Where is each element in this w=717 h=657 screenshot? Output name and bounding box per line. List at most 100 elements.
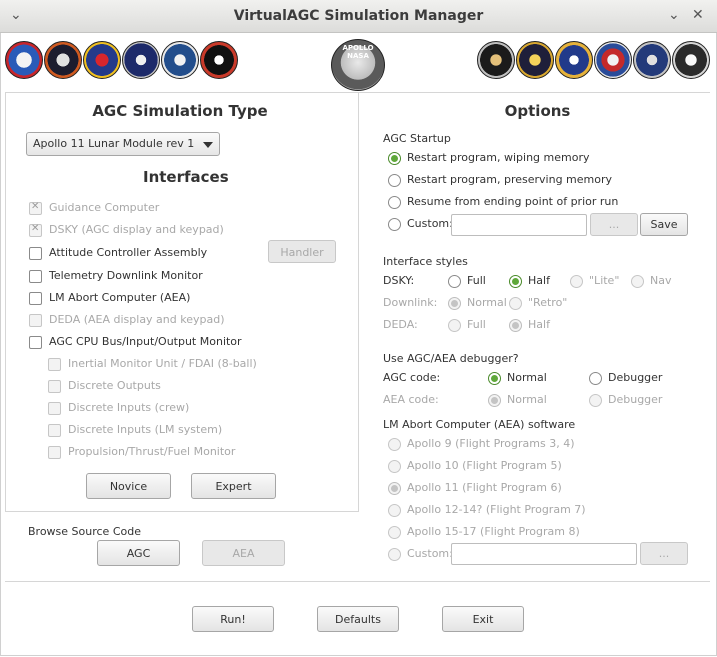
run-button[interactable]: Run! [192,606,274,632]
mission-patch-banner: APOLLO NASA [0,37,717,91]
deda-style-radio [448,319,461,332]
agc-code-option-label: Debugger [608,371,663,384]
apollo-soyuz-patch-icon [672,41,710,79]
interface-checkbox [48,380,61,393]
dsky-style-radio [570,275,583,288]
startup-radio[interactable] [388,174,401,187]
apollo-9-patch-icon [83,41,121,79]
downlink-style-radio [509,297,522,310]
custom-startup-input[interactable] [451,214,587,236]
aea-software-option-label: Apollo 10 (Flight Program 5) [407,459,562,472]
novice-button[interactable]: Novice [86,473,171,499]
startup-option-label: Restart program, preserving memory [407,173,613,186]
interface-label: Propulsion/Thrust/Fuel Monitor [68,445,236,458]
interface-label: Discrete Outputs [68,379,161,392]
left-panel-bottom-border [5,511,358,512]
dsky-style-option-label: "Lite" [589,274,620,287]
downlink-style-radio [448,297,461,310]
interface-checkbox [29,223,42,237]
aea-software-radio [388,482,401,495]
downlink-style-option-label: "Retro" [528,296,568,309]
apollo-13-patch-icon [477,41,515,79]
custom-aea-browse-button[interactable]: ... [640,542,688,565]
dsky-style-radio [631,275,644,288]
interface-label: Telemetry Downlink Monitor [49,269,203,282]
expert-button[interactable]: Expert [191,473,276,499]
aea-software-option-label: Apollo 12-14? (Flight Program 7) [407,503,586,516]
dsky-style-radio[interactable] [509,275,522,288]
startup-option-label: Resume from ending point of prior run [407,195,619,208]
apollo-8-patch-icon [44,41,82,79]
agc-code-label: AGC code: [383,371,441,384]
aea-software-title: LM Abort Computer (AEA) software [383,418,576,431]
dsky-style-radio[interactable] [448,275,461,288]
minimize-icon[interactable]: ⌄ [668,7,680,23]
interfaces-title: Interfaces [143,168,229,186]
aea-software-radio [388,526,401,539]
interface-checkbox [29,314,42,327]
agc-code-radio[interactable] [488,372,501,385]
footer-divider [5,581,710,582]
downlink-style-option-label: Normal [467,296,507,309]
apollo-15-patch-icon [555,41,593,79]
interface-checkbox [48,358,61,371]
handler-button[interactable]: Handler [268,240,336,263]
dsky-style-option-label: Full [467,274,486,287]
interface-checkbox[interactable] [29,247,42,260]
sim-type-value: Apollo 11 Lunar Module rev 1 [33,137,195,150]
interface-checkbox [48,402,61,415]
apollo-program-emblem-icon: APOLLO NASA [331,39,385,91]
top-border [5,92,710,93]
apollo-17-patch-icon [633,41,671,79]
interface-styles-title: Interface styles [383,255,468,268]
aea-code-option-label: Debugger [608,393,663,406]
browse-source-title: Browse Source Code [28,525,141,538]
dsky-style-label: DSKY: [383,274,415,287]
interface-label: Discrete Inputs (crew) [68,401,190,414]
column-divider [358,92,359,512]
save-button[interactable]: Save [640,213,688,236]
chevron-down-icon [203,142,213,148]
custom-startup-browse-button[interactable]: ... [590,213,638,236]
defaults-button[interactable]: Defaults [317,606,399,632]
sim-type-select[interactable]: Apollo 11 Lunar Module rev 1 [26,132,220,156]
agc-code-radio[interactable] [589,372,602,385]
dsky-style-option-label: Half [528,274,550,287]
aea-code-option-label: Normal [507,393,547,406]
interface-checkbox[interactable] [29,336,42,349]
interface-checkbox[interactable] [29,292,42,305]
startup-radio[interactable] [388,196,401,209]
aea-code-radio [589,394,602,407]
left-panel-left-border [5,92,6,512]
emblem-text: APOLLO NASA [342,44,374,60]
interface-checkbox[interactable] [29,270,42,283]
sim-type-title: AGC Simulation Type [92,102,268,120]
interface-checkbox [48,446,61,459]
interface-label: Attitude Controller Assembly [49,246,208,259]
deda-style-radio [509,319,522,332]
browse-aea-button[interactable]: AEA [202,540,285,566]
startup-option-label: Restart program, wiping memory [407,151,590,164]
interface-label: LM Abort Computer (AEA) [49,291,191,304]
apollo-10-patch-icon [122,41,160,79]
apollo-7-patch-icon [5,41,43,79]
browse-agc-button[interactable]: AGC [97,540,180,566]
apollo-11-patch-icon [161,41,199,79]
exit-button[interactable]: Exit [442,606,524,632]
aea-software-option-label: Apollo 11 (Flight Program 6) [407,481,562,494]
debugger-title: Use AGC/AEA debugger? [383,352,519,365]
interface-label: DSKY (AGC display and keypad) [49,223,224,236]
aea-software-radio [388,504,401,517]
deda-style-label: DEDA: [383,318,418,331]
interface-checkbox [29,201,42,215]
interface-label: Guidance Computer [49,201,160,214]
startup-radio[interactable] [388,218,401,231]
custom-aea-input[interactable] [451,543,637,565]
startup-radio[interactable] [388,152,401,165]
startup-option-label: Custom: [407,217,453,230]
aea-software-radio [388,548,401,561]
aea-software-option-label: Apollo 9 (Flight Programs 3, 4) [407,437,575,450]
close-icon[interactable]: ✕ [692,7,704,23]
title-bar: ⌄ VirtualAGC Simulation Manager ⌄ ✕ [0,0,717,33]
agc-code-option-label: Normal [507,371,547,384]
